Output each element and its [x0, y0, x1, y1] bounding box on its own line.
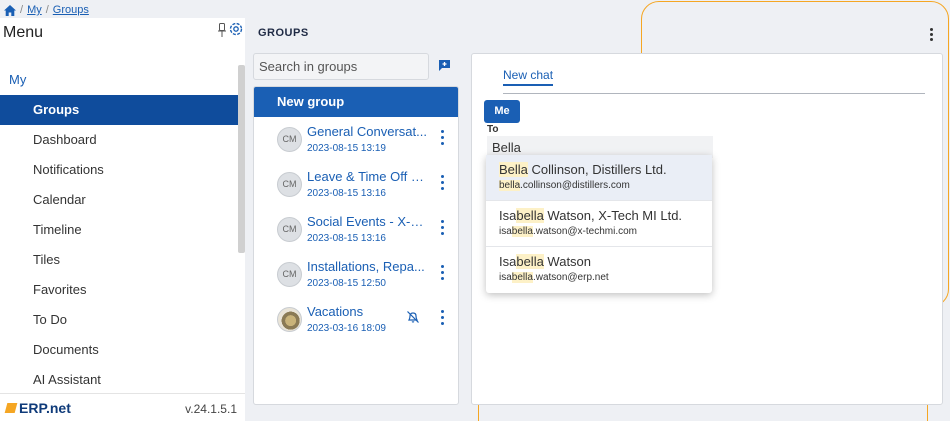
group-row[interactable]: CM Social Events - X-T... 2023-08-15 13:…	[254, 207, 458, 252]
gear-icon[interactable]	[228, 21, 244, 40]
erp-logo: ERP.net	[4, 400, 71, 416]
breadcrumb: / My / Groups	[4, 3, 89, 17]
more-vert-icon[interactable]	[930, 28, 934, 43]
version-label: v.24.1.5.1	[185, 402, 237, 416]
group-name[interactable]: Social Events - X-T...	[307, 214, 427, 229]
tab-divider	[503, 93, 925, 94]
new-group-button[interactable]: New group	[254, 87, 458, 117]
tab-new-chat[interactable]: New chat	[503, 68, 554, 86]
group-avatar: CM	[277, 172, 302, 197]
suggestion-name: Bella Collinson, Distillers Ltd.	[499, 162, 667, 177]
groups-list-panel: New group CM General Conversat... 2023-0…	[253, 86, 459, 405]
recipient-chip-me[interactable]: Me	[484, 100, 520, 123]
suggestion-item[interactable]: Isabella Watson isabella.watson@erp.net	[486, 247, 712, 293]
group-name[interactable]: Installations, Repa...	[307, 259, 427, 274]
new-chat-icon[interactable]	[438, 59, 451, 75]
breadcrumb-separator: /	[20, 4, 24, 16]
suggestion-name: Isabella Watson, X-Tech MI Ltd.	[499, 208, 683, 223]
sidebar-scrollbar[interactable]	[238, 65, 245, 253]
more-vert-icon[interactable]	[440, 265, 446, 283]
sidebar-item-calendar[interactable]: Calendar	[0, 185, 238, 215]
sidebar-item-favorites[interactable]: Favorites	[0, 275, 238, 305]
group-row[interactable]: CM Leave & Time Off - ... 2023-08-15 13:…	[254, 162, 458, 207]
more-vert-icon[interactable]	[440, 310, 446, 328]
group-date: 2023-08-15 13:19	[307, 143, 386, 154]
sidebar-item-notifications[interactable]: Notifications	[0, 155, 238, 185]
sidebar-footer: ERP.net v.24.1.5.1	[0, 393, 245, 421]
logo-text: ERP.net	[19, 400, 71, 416]
group-avatar: CM	[277, 217, 302, 242]
sidebar: Menu My Groups Dashboard Notifications C…	[0, 18, 245, 421]
group-row[interactable]: CM General Conversat... 2023-08-15 13:19	[254, 117, 458, 162]
more-vert-icon[interactable]	[440, 130, 446, 148]
more-vert-icon[interactable]	[440, 175, 446, 193]
sidebar-item-dashboard[interactable]: Dashboard	[0, 125, 238, 155]
group-avatar: CM	[277, 127, 302, 152]
group-avatar: CM	[277, 262, 302, 287]
suggestion-email: isabella.watson@erp.net	[499, 272, 609, 283]
bell-off-icon[interactable]	[406, 310, 420, 327]
group-date: 2023-08-15 13:16	[307, 233, 386, 244]
group-avatar-photo	[277, 307, 302, 332]
group-date: 2023-03-16 18:09	[307, 323, 386, 334]
sidebar-item-to-do[interactable]: To Do	[0, 305, 238, 335]
sidebar-item-ai-assistant[interactable]: AI Assistant	[0, 365, 238, 395]
section-my[interactable]: My	[9, 72, 26, 87]
menu-list: Groups Dashboard Notifications Calendar …	[0, 95, 238, 395]
group-date: 2023-08-15 13:16	[307, 188, 386, 199]
sidebar-item-documents[interactable]: Documents	[0, 335, 238, 365]
group-name[interactable]: Leave & Time Off - ...	[307, 169, 427, 184]
group-row[interactable]: CM Installations, Repa... 2023-08-15 12:…	[254, 252, 458, 297]
breadcrumb-link-my[interactable]: My	[27, 4, 42, 16]
groups-heading: GROUPS	[258, 27, 309, 39]
search-groups-input[interactable]	[253, 53, 429, 80]
logo-mark-icon	[4, 403, 18, 413]
group-date: 2023-08-15 12:50	[307, 278, 386, 289]
sidebar-item-tiles[interactable]: Tiles	[0, 245, 238, 275]
pin-icon[interactable]	[218, 23, 226, 40]
sidebar-item-timeline[interactable]: Timeline	[0, 215, 238, 245]
breadcrumb-link-groups[interactable]: Groups	[53, 4, 89, 16]
suggestion-name: Isabella Watson	[499, 254, 592, 269]
group-name[interactable]: General Conversat...	[307, 124, 427, 139]
suggestion-email: isabella.watson@x-techmi.com	[499, 226, 638, 237]
recipient-suggestions-dropdown: Bella Collinson, Distillers Ltd. bella.c…	[486, 155, 712, 293]
suggestion-item[interactable]: Isabella Watson, X-Tech MI Ltd. isabella…	[486, 201, 712, 247]
suggestion-email: bella.collinson@distillers.com	[499, 180, 630, 191]
home-icon[interactable]	[4, 4, 16, 16]
suggestion-item[interactable]: Bella Collinson, Distillers Ltd. bella.c…	[486, 155, 712, 201]
more-vert-icon[interactable]	[440, 220, 446, 238]
menu-title: Menu	[3, 24, 44, 41]
to-label: To	[487, 124, 499, 135]
sidebar-item-groups[interactable]: Groups	[0, 95, 238, 125]
breadcrumb-separator: /	[45, 4, 49, 16]
group-row[interactable]: Vacations 2023-03-16 18:09	[254, 297, 458, 342]
